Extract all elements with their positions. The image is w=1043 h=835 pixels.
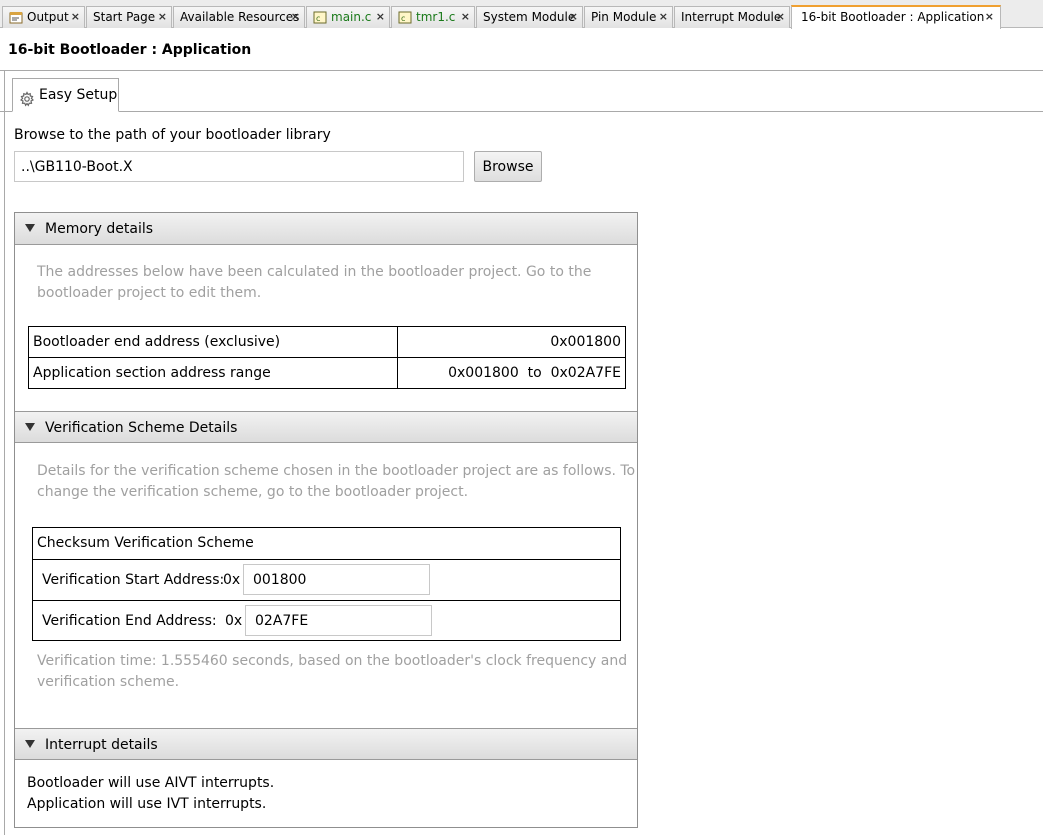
- library-path-input[interactable]: [14, 151, 464, 182]
- browse-button[interactable]: Browse: [474, 151, 542, 182]
- table-cell-value: 0x001800 to 0x02A7FE: [397, 357, 626, 389]
- tab-label: Pin Module: [591, 10, 657, 24]
- section-title: Interrupt details: [45, 737, 158, 753]
- start-address-row: Verification Start Address: 0x: [33, 560, 620, 601]
- tab-label: main.c: [331, 10, 372, 24]
- browse-label: Browse to the path of your bootloader li…: [14, 127, 331, 143]
- verification-time: Verification time: 1.555460 seconds, bas…: [37, 651, 627, 693]
- close-icon[interactable]: ×: [291, 7, 300, 27]
- table-row: Bootloader end address (exclusive) 0x001…: [28, 326, 626, 358]
- tab-start-page[interactable]: Start Page ×: [86, 6, 172, 28]
- start-address-label: Verification Start Address:: [42, 572, 225, 588]
- close-icon[interactable]: ×: [71, 7, 80, 27]
- hex-prefix: 0x: [225, 613, 243, 629]
- collapse-triangle-icon[interactable]: [25, 740, 35, 748]
- close-icon[interactable]: ×: [659, 7, 668, 27]
- tab-label: Start Page: [93, 10, 156, 24]
- table-cell-value: 0x001800: [397, 326, 626, 358]
- description-line: Verification time: 1.555460 seconds, bas…: [37, 653, 628, 669]
- checksum-title-row: Checksum Verification Scheme: [33, 528, 620, 560]
- description-line: change the verification scheme, go to th…: [37, 484, 469, 500]
- tab-main-c[interactable]: c main.c ×: [306, 6, 390, 28]
- table-row: Application section address range 0x0018…: [28, 357, 626, 389]
- close-icon[interactable]: ×: [569, 7, 578, 27]
- close-icon[interactable]: ×: [376, 7, 385, 27]
- section-title: Memory details: [45, 221, 154, 237]
- section-header-verification[interactable]: Verification Scheme Details: [15, 411, 637, 443]
- interrupt-info: Bootloader will use AIVT interrupts. App…: [27, 773, 274, 815]
- section-header-memory[interactable]: Memory details: [15, 213, 637, 245]
- description-line: The addresses below have been calculated…: [37, 264, 592, 280]
- description-line: verification scheme.: [37, 674, 180, 690]
- verification-end-address-input[interactable]: [245, 605, 432, 636]
- tab-bootloader-application[interactable]: 16-bit Bootloader : Application ×: [791, 5, 1001, 29]
- svg-text:c: c: [401, 14, 405, 23]
- tab-label: Interrupt Module: [681, 10, 782, 24]
- close-icon[interactable]: ×: [776, 7, 785, 27]
- memory-description: The addresses below have been calculated…: [37, 262, 591, 304]
- tab-label: 16-bit Bootloader : Application: [801, 10, 985, 24]
- tab-pin-module[interactable]: Pin Module ×: [584, 6, 673, 28]
- memory-table: Bootloader end address (exclusive) 0x001…: [28, 326, 626, 389]
- page-title: 16-bit Bootloader : Application: [8, 42, 252, 58]
- tab-label: Available Resources: [180, 10, 300, 24]
- divider: [0, 111, 1043, 112]
- editor-tab-strip: Output × Start Page × Available Resource…: [0, 0, 1043, 29]
- hex-prefix: 0x: [223, 572, 241, 588]
- end-address-label: Verification End Address:: [42, 613, 217, 629]
- c-file-icon: c: [398, 10, 412, 28]
- tab-label: tmr1.c: [416, 10, 456, 24]
- interrupt-line: Bootloader will use AIVT interrupts.: [27, 775, 275, 791]
- tab-tmr1-c[interactable]: c tmr1.c ×: [391, 6, 475, 28]
- end-address-row: Verification End Address: 0x: [33, 601, 620, 641]
- tab-output[interactable]: Output ×: [2, 6, 85, 28]
- tab-label: Output: [27, 10, 69, 24]
- tab-label: System Module: [483, 10, 576, 24]
- tab-available-resources[interactable]: Available Resources ×: [173, 6, 305, 28]
- gear-icon: [19, 87, 35, 119]
- svg-text:c: c: [316, 14, 320, 23]
- collapse-triangle-icon[interactable]: [25, 224, 35, 232]
- collapse-triangle-icon[interactable]: [25, 423, 35, 431]
- close-icon[interactable]: ×: [158, 7, 167, 27]
- scheme-title: Checksum Verification Scheme: [37, 535, 254, 551]
- tab-interrupt-module[interactable]: Interrupt Module ×: [674, 6, 790, 28]
- table-cell-label: Bootloader end address (exclusive): [28, 326, 398, 358]
- description-line: Details for the verification scheme chos…: [37, 463, 636, 479]
- checksum-scheme-box: Checksum Verification Scheme Verificatio…: [32, 527, 621, 641]
- c-file-icon: c: [313, 10, 327, 28]
- section-header-interrupts[interactable]: Interrupt details: [15, 728, 637, 760]
- close-icon[interactable]: ×: [461, 7, 470, 27]
- table-cell-label: Application section address range: [28, 357, 398, 389]
- interrupt-line: Application will use IVT interrupts.: [27, 796, 267, 812]
- verification-description: Details for the verification scheme chos…: [37, 461, 635, 503]
- tab-label: Easy Setup: [39, 87, 118, 103]
- tab-system-module[interactable]: System Module ×: [476, 6, 583, 28]
- verification-start-address-input[interactable]: [243, 564, 430, 595]
- section-title: Verification Scheme Details: [45, 420, 238, 436]
- tab-easy-setup[interactable]: Easy Setup: [12, 78, 119, 112]
- description-line: bootloader project to edit them.: [37, 285, 262, 301]
- close-icon[interactable]: ×: [985, 7, 994, 27]
- output-icon: [9, 10, 23, 28]
